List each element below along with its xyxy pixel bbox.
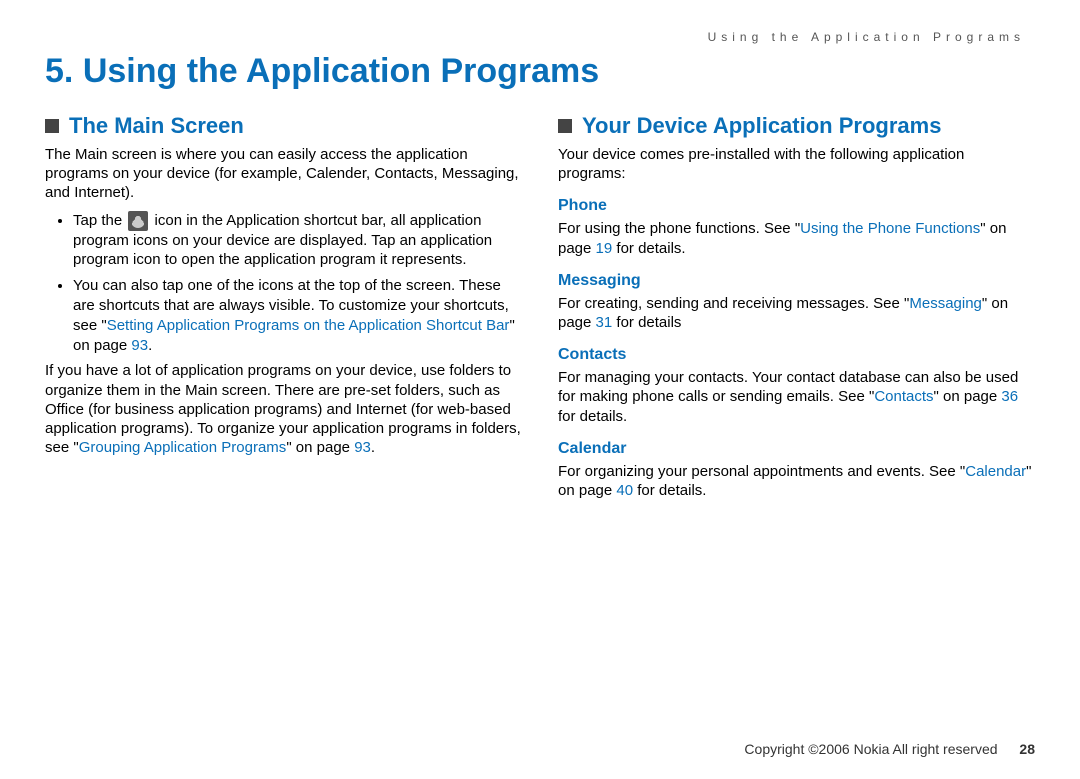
page: Using the Application Programs 5. Using … [0, 0, 1080, 779]
chapter-title-text: Using the Application Programs [83, 52, 599, 90]
main-screen-bullets: Tap the icon in the Application shortcut… [45, 211, 522, 356]
sub-calendar: Calendar [558, 440, 1035, 458]
xref-calendar[interactable]: Calendar [965, 463, 1026, 480]
copyright: Copyright ©2006 Nokia All right reserved [744, 741, 997, 757]
xref-page-93a[interactable]: 93 [131, 337, 148, 354]
xref-phone-functions[interactable]: Using the Phone Functions [800, 220, 980, 237]
section-title-text: Your Device Application Programs [582, 113, 941, 139]
sub-contacts: Contacts [558, 346, 1035, 364]
section-title-text: The Main Screen [69, 113, 244, 139]
bullet2-tail: . [148, 337, 152, 354]
sub-phone: Phone [558, 197, 1035, 215]
chapter-number: 5. [45, 52, 73, 90]
running-header: Using the Application Programs [45, 30, 1025, 44]
bullet-tap-icon: Tap the icon in the Application shortcut… [73, 211, 522, 271]
para2-post: " on page [286, 439, 354, 456]
device-apps-intro: Your device comes pre-installed with the… [558, 145, 1035, 183]
page-number: 28 [1019, 741, 1035, 757]
section-device-apps: Your Device Application Programs [558, 113, 1035, 139]
section-marker-icon [558, 119, 572, 133]
sub-messaging: Messaging [558, 272, 1035, 290]
xref-setting-shortcut-bar[interactable]: Setting Application Programs on the Appl… [107, 317, 510, 334]
phone-desc: For using the phone functions. See "Usin… [558, 219, 1035, 257]
xref-grouping-programs[interactable]: Grouping Application Programs [79, 439, 287, 456]
section-marker-icon [45, 119, 59, 133]
footer: Copyright ©2006 Nokia All right reserved… [744, 741, 1035, 757]
bullet-shortcuts: You can also tap one of the icons at the… [73, 276, 522, 355]
bullet1-pre: Tap the [73, 212, 126, 229]
xref-contacts[interactable]: Contacts [874, 388, 933, 405]
calendar-desc: For organizing your personal appointment… [558, 462, 1035, 500]
xref-page-36[interactable]: 36 [1001, 388, 1018, 405]
columns: The Main Screen The Main screen is where… [45, 105, 1035, 508]
main-screen-folders: If you have a lot of application program… [45, 361, 522, 457]
messaging-desc: For creating, sending and receiving mess… [558, 294, 1035, 332]
app-shortcut-icon [128, 211, 148, 231]
main-screen-intro: The Main screen is where you can easily … [45, 145, 522, 203]
chapter-title: 5. Using the Application Programs [45, 52, 1035, 91]
contacts-desc: For managing your contacts. Your contact… [558, 368, 1035, 426]
xref-page-40[interactable]: 40 [616, 482, 633, 499]
xref-messaging[interactable]: Messaging [909, 295, 982, 312]
xref-page-31[interactable]: 31 [596, 314, 613, 331]
left-column: The Main Screen The Main screen is where… [45, 105, 522, 508]
right-column: Your Device Application Programs Your de… [558, 105, 1035, 508]
xref-page-93b[interactable]: 93 [354, 439, 371, 456]
xref-page-19[interactable]: 19 [596, 240, 613, 257]
para2-tail: . [371, 439, 375, 456]
section-main-screen: The Main Screen [45, 113, 522, 139]
